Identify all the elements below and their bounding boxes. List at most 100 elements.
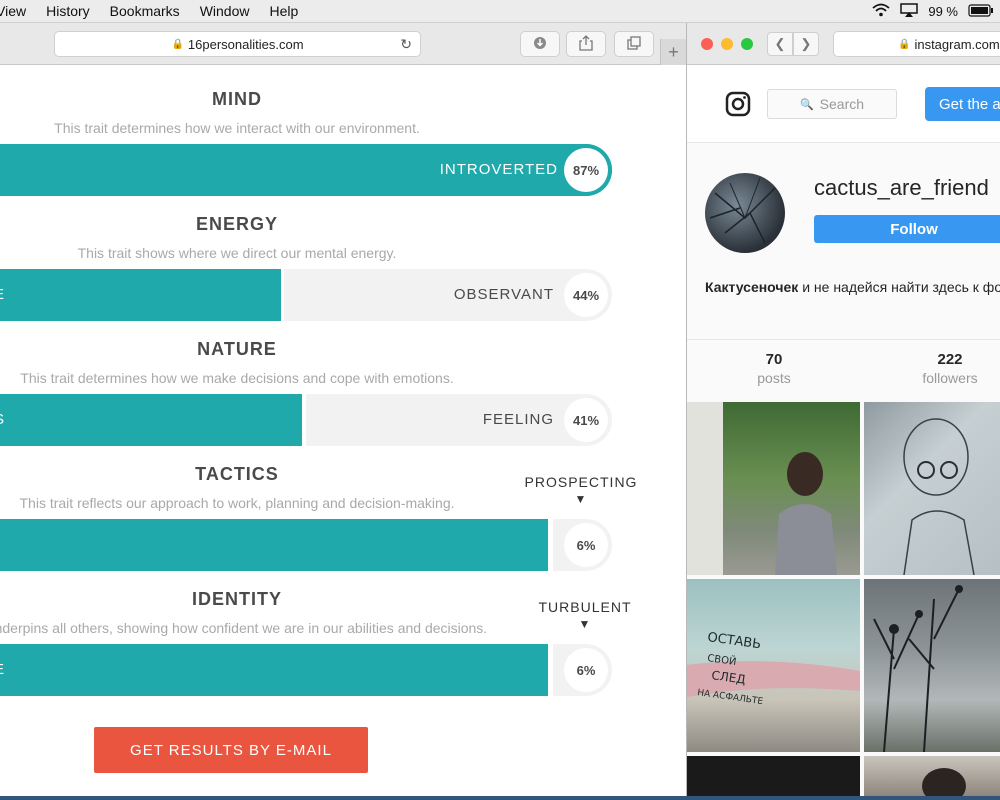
stat-posts-label: posts (757, 370, 791, 386)
tabs-icon (627, 35, 641, 53)
battery-icon[interactable] (968, 3, 994, 20)
trait-fill-energy (0, 269, 281, 321)
wall-text-line-1: ОСТАВЬ (706, 630, 762, 652)
chevron-left-icon: ❮ (774, 36, 786, 51)
stat-posts[interactable]: 70 posts (719, 351, 829, 386)
trait-fill-identity (0, 644, 548, 696)
trait-percent-tactics: 6% (564, 523, 608, 567)
instagram-window: ❮ ❯ 🔒 instagram.com 🔍 Search Get the app… (686, 23, 1000, 796)
close-window-button[interactable] (701, 38, 713, 50)
marker-arrow-icon: ▼ (574, 492, 588, 506)
bio-text: и не надейся найти здесь к фото. (798, 279, 1000, 295)
stat-posts-count: 70 (765, 351, 783, 368)
marker-arrow-icon: ▼ (578, 617, 592, 631)
post-thumbnail[interactable]: ОСТАВЬ СВОЙ СЛЕД НА АСФАЛЬТЕ (687, 579, 860, 752)
post-thumbnail[interactable] (864, 756, 1000, 796)
stats-divider (687, 339, 1000, 340)
profile-bio: Кактусеночек и не надейся найти здесь к … (705, 278, 1000, 296)
trait-desc-energy: This trait shows where we direct our men… (77, 245, 397, 261)
trait-desc-nature: This trait determines how we make decisi… (20, 370, 454, 386)
trait-title-mind: MIND (212, 89, 262, 109)
trait-title-energy: ENERGY (195, 214, 279, 234)
stat-followers-label: followers (922, 370, 978, 386)
share-icon (579, 34, 593, 54)
get-app-button[interactable]: Get the app (925, 87, 1000, 121)
menu-view[interactable]: View (0, 3, 26, 19)
instagram-header: 🔍 Search Get the app (687, 65, 1000, 143)
instagram-logo-icon[interactable] (725, 91, 751, 122)
trait-bar-energy[interactable]: E OBSERVANT 44% (0, 269, 612, 321)
address-bar-right[interactable]: 🔒 instagram.com (833, 31, 1000, 57)
post-thumbnail[interactable] (687, 402, 860, 575)
bio-name: Кактусеночек (705, 279, 799, 295)
trait-label-nature: FEELING (482, 411, 554, 428)
trait-percent-identity: 6% (564, 648, 608, 692)
trait-percent-mind: 87% (564, 148, 608, 192)
reload-icon[interactable]: ↻ (400, 36, 412, 53)
share-button[interactable] (566, 31, 606, 57)
trait-desc-identity: underpins all others, showing how confid… (0, 620, 488, 636)
avatar[interactable] (705, 173, 785, 253)
chevron-right-icon: ❯ (800, 36, 812, 51)
menubar: View History Bookmarks Window Help 99 % (0, 0, 1000, 23)
post-thumbnail[interactable] (864, 579, 1000, 752)
trait-title-tactics: TACTICS (195, 464, 279, 484)
traits-section: MIND This trait determines how we intera… (0, 65, 686, 796)
trait-fill-tactics (0, 519, 548, 571)
new-tab-button[interactable]: + (660, 39, 686, 65)
lock-icon: 🔒 (171, 38, 184, 50)
menu-history[interactable]: History (46, 3, 90, 19)
desktop-strip (0, 796, 1000, 800)
marker-label-tactics: PROSPECTING (524, 474, 638, 490)
back-button[interactable]: ❮ (767, 32, 793, 56)
trait-title-nature: NATURE (197, 339, 277, 359)
wifi-icon[interactable] (872, 3, 890, 20)
download-icon (533, 36, 547, 53)
address-text: 16personalities.com (187, 36, 304, 52)
trait-left-label-identity: E (0, 644, 5, 696)
trait-percent-nature: 41% (564, 398, 608, 442)
trait-desc-mind: This trait determines how we interact wi… (54, 120, 420, 136)
trait-desc-tactics: This trait reflects our approach to work… (19, 495, 455, 511)
search-icon: 🔍 (799, 98, 814, 111)
bar-divider (281, 269, 284, 321)
post-thumbnail[interactable] (864, 402, 1000, 575)
search-input[interactable]: 🔍 Search (767, 89, 897, 119)
trait-bar-tactics[interactable]: 6% (0, 519, 612, 571)
marker-label-identity: TURBULENT (538, 599, 632, 615)
downloads-button[interactable] (520, 31, 560, 57)
stat-followers-count: 222 (937, 351, 963, 368)
trait-bar-mind[interactable]: INTROVERTED 87% (0, 144, 612, 196)
tabs-overview-button[interactable] (614, 31, 654, 57)
follow-button[interactable]: Follow (814, 215, 1000, 243)
bar-divider (548, 519, 553, 571)
safari-toolbar-right: ❮ ❯ 🔒 instagram.com (687, 23, 1000, 65)
bar-divider (548, 644, 553, 696)
get-results-email-button[interactable]: GET RESULTS BY E-MAIL (94, 727, 368, 773)
trait-bar-nature[interactable]: S FEELING 41% (0, 394, 612, 446)
battery-percent: 99 % (928, 4, 958, 19)
stat-followers[interactable]: 222 followers (895, 351, 1000, 386)
address-bar[interactable]: 🔒 16personalities.com ↻ (54, 31, 421, 57)
trait-fill-nature (0, 394, 302, 446)
minimize-window-button[interactable] (721, 38, 733, 50)
trait-label-mind: INTROVERTED (439, 161, 558, 178)
trait-title-identity: IDENTITY (191, 589, 282, 609)
zoom-window-button[interactable] (741, 38, 753, 50)
lock-icon: 🔒 (898, 38, 911, 50)
menu-help[interactable]: Help (269, 3, 298, 19)
profile-username: cactus_are_friend (814, 175, 989, 200)
menu-window[interactable]: Window (200, 3, 250, 19)
forward-button[interactable]: ❯ (793, 32, 819, 56)
trait-marker-identity: TURBULENT ▼ (522, 599, 648, 631)
post-thumbnail[interactable] (687, 756, 860, 796)
menu-bookmarks[interactable]: Bookmarks (110, 3, 180, 19)
trait-percent-energy: 44% (564, 273, 608, 317)
trait-left-label-nature: S (0, 394, 5, 446)
airplay-icon[interactable] (900, 3, 919, 20)
trait-bar-identity[interactable]: E 6% (0, 644, 612, 696)
address-text-right: instagram.com (914, 36, 1000, 52)
personalities-window: 🔒 16personalities.com ↻ + MIND This trai… (0, 23, 686, 796)
trait-label-energy: OBSERVANT (453, 286, 554, 303)
bar-divider (302, 394, 306, 446)
